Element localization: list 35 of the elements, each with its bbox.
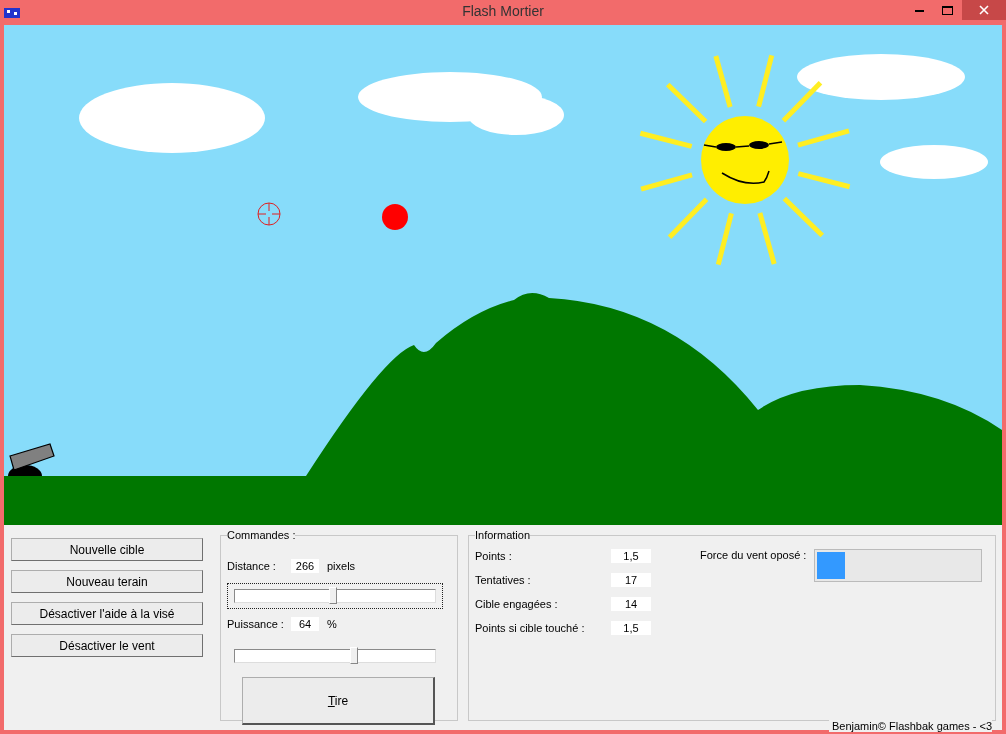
cannon-drawing	[8, 443, 55, 476]
game-canvas[interactable]	[4, 25, 1002, 525]
stat-label: Tentatives :	[475, 574, 532, 586]
unit-label: %	[327, 618, 337, 630]
field-label: Distance :	[227, 560, 277, 572]
stat-label: Points si cible touché :	[475, 622, 586, 634]
wind-label: Force du vent oposé :	[700, 549, 807, 561]
group-title: Commandes :	[227, 529, 296, 541]
value-readout: 64	[291, 617, 319, 631]
stat-label: Cible engagées :	[475, 598, 559, 610]
window-title: Flash Mortier	[462, 3, 544, 19]
target-ball	[382, 204, 408, 230]
stat-label: Points :	[475, 550, 513, 562]
fire-button[interactable]: Tire	[242, 677, 435, 725]
group-title: Information	[475, 529, 531, 541]
action-button[interactable]: Désactiver le vent	[11, 634, 203, 657]
credits-text: Benjamin© Flashbak games - <3	[828, 720, 992, 732]
stat-value: 17	[611, 573, 651, 587]
stat-value: 1,5	[611, 621, 651, 635]
maximize-icon	[941, 5, 953, 15]
value-readout: 266	[291, 559, 319, 573]
crosshair-icon	[257, 202, 281, 226]
slider-thumb[interactable]	[329, 587, 338, 604]
action-button[interactable]: Nouvelle cible	[11, 538, 203, 561]
unit-label: pixels	[327, 560, 356, 572]
action-button[interactable]: Désactiver l'aide à la visé	[11, 602, 203, 625]
slider-thumb[interactable]	[350, 647, 359, 664]
slider[interactable]	[227, 583, 443, 609]
minimize-icon	[914, 8, 924, 12]
action-button[interactable]: Nouveau terain	[11, 570, 203, 593]
close-icon	[979, 5, 989, 15]
app-icon	[4, 6, 20, 19]
stat-value: 14	[611, 597, 651, 611]
field-label: Puissance :	[227, 618, 285, 630]
stat-value: 1,5	[611, 549, 651, 563]
